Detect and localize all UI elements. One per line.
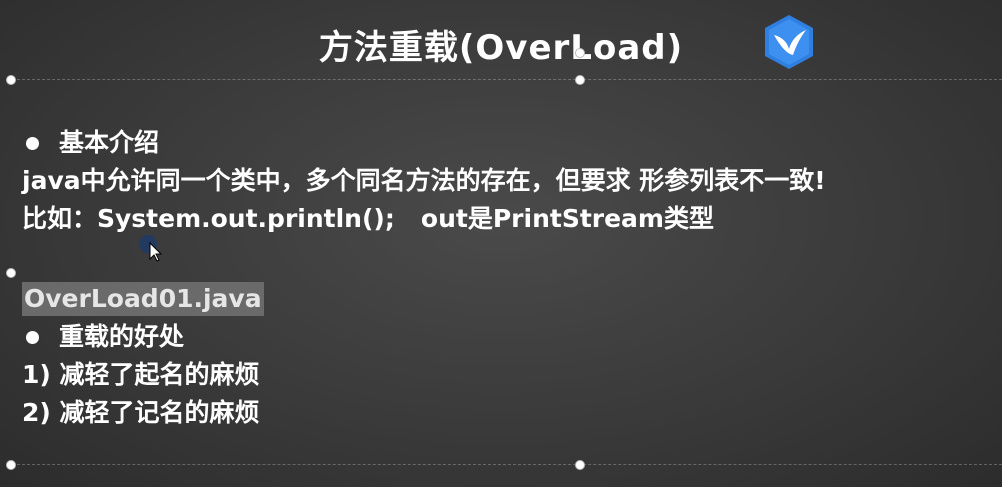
- bird-logo-icon: [765, 15, 813, 69]
- bullet-icon: [26, 136, 39, 150]
- mouse-cursor-icon: [139, 235, 163, 262]
- body-line: java中允许同一个类中，多个同名方法的存在，但要求 形参列表不一致!: [22, 166, 826, 195]
- file-label[interactable]: OverLoad01.java: [22, 282, 264, 316]
- section-heading: 基本介绍: [59, 128, 160, 157]
- selection-frame-top: [12, 79, 1002, 80]
- resize-handle-top-center[interactable]: [575, 75, 585, 85]
- resize-handle-bottom-center[interactable]: [575, 460, 585, 470]
- list-item: 1) 减轻了起名的麻烦: [22, 360, 260, 389]
- resize-handle-left-middle[interactable]: [6, 268, 16, 278]
- slide-title: 方法重载(OverLoad): [318, 28, 684, 68]
- section-benefits: 重载的好处: [22, 318, 826, 356]
- resize-handle-bottom-left[interactable]: [6, 460, 16, 470]
- bullet-icon: [26, 330, 39, 344]
- section-basic-intro: 基本介绍: [22, 124, 826, 162]
- selection-frame-bottom: [12, 464, 1002, 465]
- list-item: 2) 减轻了记名的麻烦: [22, 398, 260, 427]
- section-heading: 重载的好处: [59, 322, 185, 351]
- resize-handle-top-left[interactable]: [6, 75, 16, 85]
- slide-body[interactable]: 基本介绍 java中允许同一个类中，多个同名方法的存在，但要求 形参列表不一致!…: [22, 124, 826, 432]
- rotate-handle[interactable]: [575, 48, 585, 58]
